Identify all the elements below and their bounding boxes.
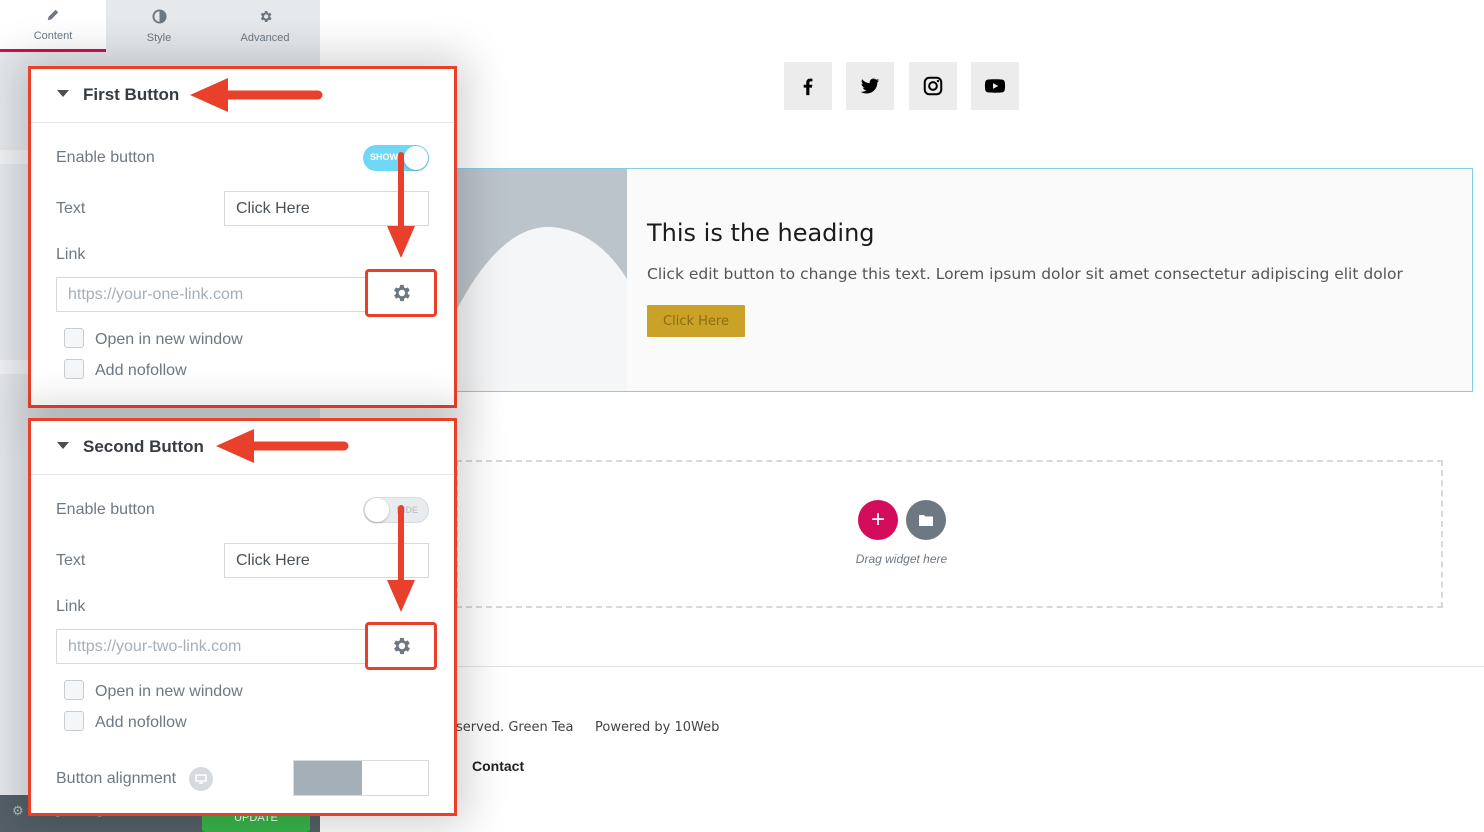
footer-copyright: served. Green Tea	[456, 720, 574, 735]
pencil-icon	[46, 8, 60, 26]
gear-icon	[394, 637, 410, 655]
hero-section[interactable]: This is the heading Click edit button to…	[456, 168, 1473, 392]
first-button-header[interactable]: First Button	[31, 69, 454, 123]
folder-icon	[919, 515, 933, 526]
add-section-button[interactable]: +	[858, 500, 898, 540]
tab-content[interactable]: Content	[0, 0, 106, 52]
settings-icon[interactable]: ⚙	[12, 803, 24, 819]
contrast-icon	[151, 8, 167, 28]
open-new-window-checkbox[interactable]	[64, 680, 84, 700]
text-label: Text	[56, 552, 86, 569]
text-label: Text	[56, 200, 86, 217]
twitter-button[interactable]	[846, 62, 894, 110]
hero-button[interactable]: Click Here	[647, 305, 745, 337]
link-options-button[interactable]	[365, 622, 437, 670]
enable-button-label: Enable button	[56, 149, 155, 166]
panel-title: First Button	[83, 85, 180, 104]
link-input[interactable]: https://your-one-link.com	[56, 277, 366, 312]
footer-powered[interactable]: Powered by 10Web	[595, 720, 719, 735]
hero-heading: This is the heading	[647, 219, 875, 247]
tab-label: Content	[33, 29, 73, 42]
text-input[interactable]: Click Here	[224, 543, 429, 578]
enable-button-label: Enable button	[56, 501, 155, 518]
alignment-option[interactable]	[362, 761, 428, 795]
instagram-icon	[923, 76, 943, 96]
tab-style[interactable]: Style	[106, 0, 212, 52]
facebook-button[interactable]	[784, 62, 832, 110]
hero-image	[457, 169, 627, 391]
alignment-option-selected[interactable]	[294, 761, 362, 795]
tab-advanced[interactable]: Advanced	[212, 0, 318, 52]
add-nofollow-checkbox[interactable]	[64, 359, 84, 379]
caret-down-icon	[57, 442, 69, 449]
sidebar-tabs: Content Style Advanced	[0, 0, 320, 52]
facebook-icon	[803, 78, 813, 96]
button-alignment-label: Button alignment	[56, 770, 177, 787]
button-alignment-control[interactable]	[293, 760, 429, 796]
tab-label: Style	[146, 31, 172, 44]
link-options-button[interactable]	[365, 269, 437, 317]
add-template-button[interactable]	[906, 500, 946, 540]
second-button-header[interactable]: Second Button	[31, 421, 454, 475]
plus-icon: +	[870, 506, 885, 533]
caret-down-icon	[57, 90, 69, 97]
add-nofollow-checkbox[interactable]	[64, 711, 84, 731]
toggle-knob	[404, 146, 428, 170]
toggle-state: HIDE	[396, 505, 418, 515]
youtube-button[interactable]	[971, 62, 1019, 110]
first-button-panel: First Button Enable button SHOW Text Cli…	[28, 66, 457, 408]
widget-dropzone[interactable]: + Drag widget here	[456, 460, 1443, 608]
dropzone-hint: Drag widget here	[855, 552, 948, 566]
add-nofollow-label: Add nofollow	[95, 714, 187, 731]
enable-button-toggle[interactable]: SHOW	[363, 145, 429, 171]
text-input[interactable]: Click Here	[224, 191, 429, 226]
footer-divider	[456, 666, 1484, 667]
link-label: Link	[56, 598, 86, 615]
open-new-window-label: Open in new window	[95, 331, 243, 348]
footer-contact-link[interactable]: Contact	[472, 758, 524, 774]
tab-label: Advanced	[240, 31, 290, 44]
open-new-window-checkbox[interactable]	[64, 328, 84, 348]
gear-icon	[258, 9, 273, 28]
link-input[interactable]: https://your-two-link.com	[56, 629, 366, 664]
second-button-panel: Second Button Enable button HIDE Text Cl…	[28, 418, 457, 816]
toggle-knob	[365, 498, 389, 522]
add-nofollow-label: Add nofollow	[95, 362, 187, 379]
responsive-device-icon[interactable]	[189, 767, 213, 791]
link-label: Link	[56, 246, 86, 263]
toggle-state: SHOW	[370, 152, 398, 162]
youtube-icon	[984, 79, 1006, 93]
enable-button-toggle[interactable]: HIDE	[363, 497, 429, 523]
gear-icon	[394, 284, 410, 302]
hero-text: Click edit button to change this text. L…	[647, 265, 1403, 283]
panel-title: Second Button	[83, 437, 204, 456]
twitter-icon	[860, 78, 880, 94]
instagram-button[interactable]	[909, 62, 957, 110]
open-new-window-label: Open in new window	[95, 683, 243, 700]
